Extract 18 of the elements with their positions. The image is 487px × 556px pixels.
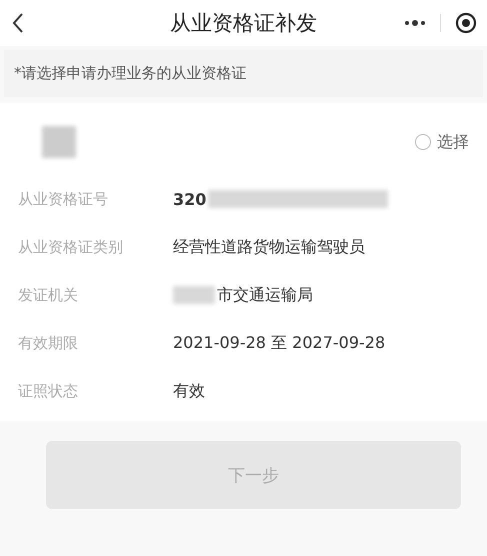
field-value: 320 — [173, 190, 206, 208]
field-label: 从业资格证号 — [18, 190, 109, 208]
page-title: 从业资格证补发 — [170, 11, 317, 35]
close-target-icon[interactable] — [455, 12, 477, 34]
field-value: 2021-09-28 至 2027-09-28 — [173, 332, 386, 354]
more-icon[interactable] — [404, 19, 426, 27]
select-radio[interactable]: 选择 — [415, 132, 469, 152]
field-label: 有效期限 — [18, 334, 79, 352]
field-label: 证照状态 — [18, 382, 79, 400]
field-value: 经营性道路货物运输驾驶员 — [173, 236, 365, 258]
notice-text: *请选择申请办理业务的从业资格证 — [4, 50, 483, 97]
field-value: 市交通运输局 — [217, 284, 313, 306]
field-label: 从业资格证类别 — [18, 238, 124, 256]
field-label: 发证机关 — [18, 286, 79, 304]
field-value: 有效 — [173, 380, 205, 402]
redaction-blur — [173, 286, 215, 304]
blurred-avatar — [42, 126, 76, 158]
back-icon[interactable] — [12, 12, 24, 34]
